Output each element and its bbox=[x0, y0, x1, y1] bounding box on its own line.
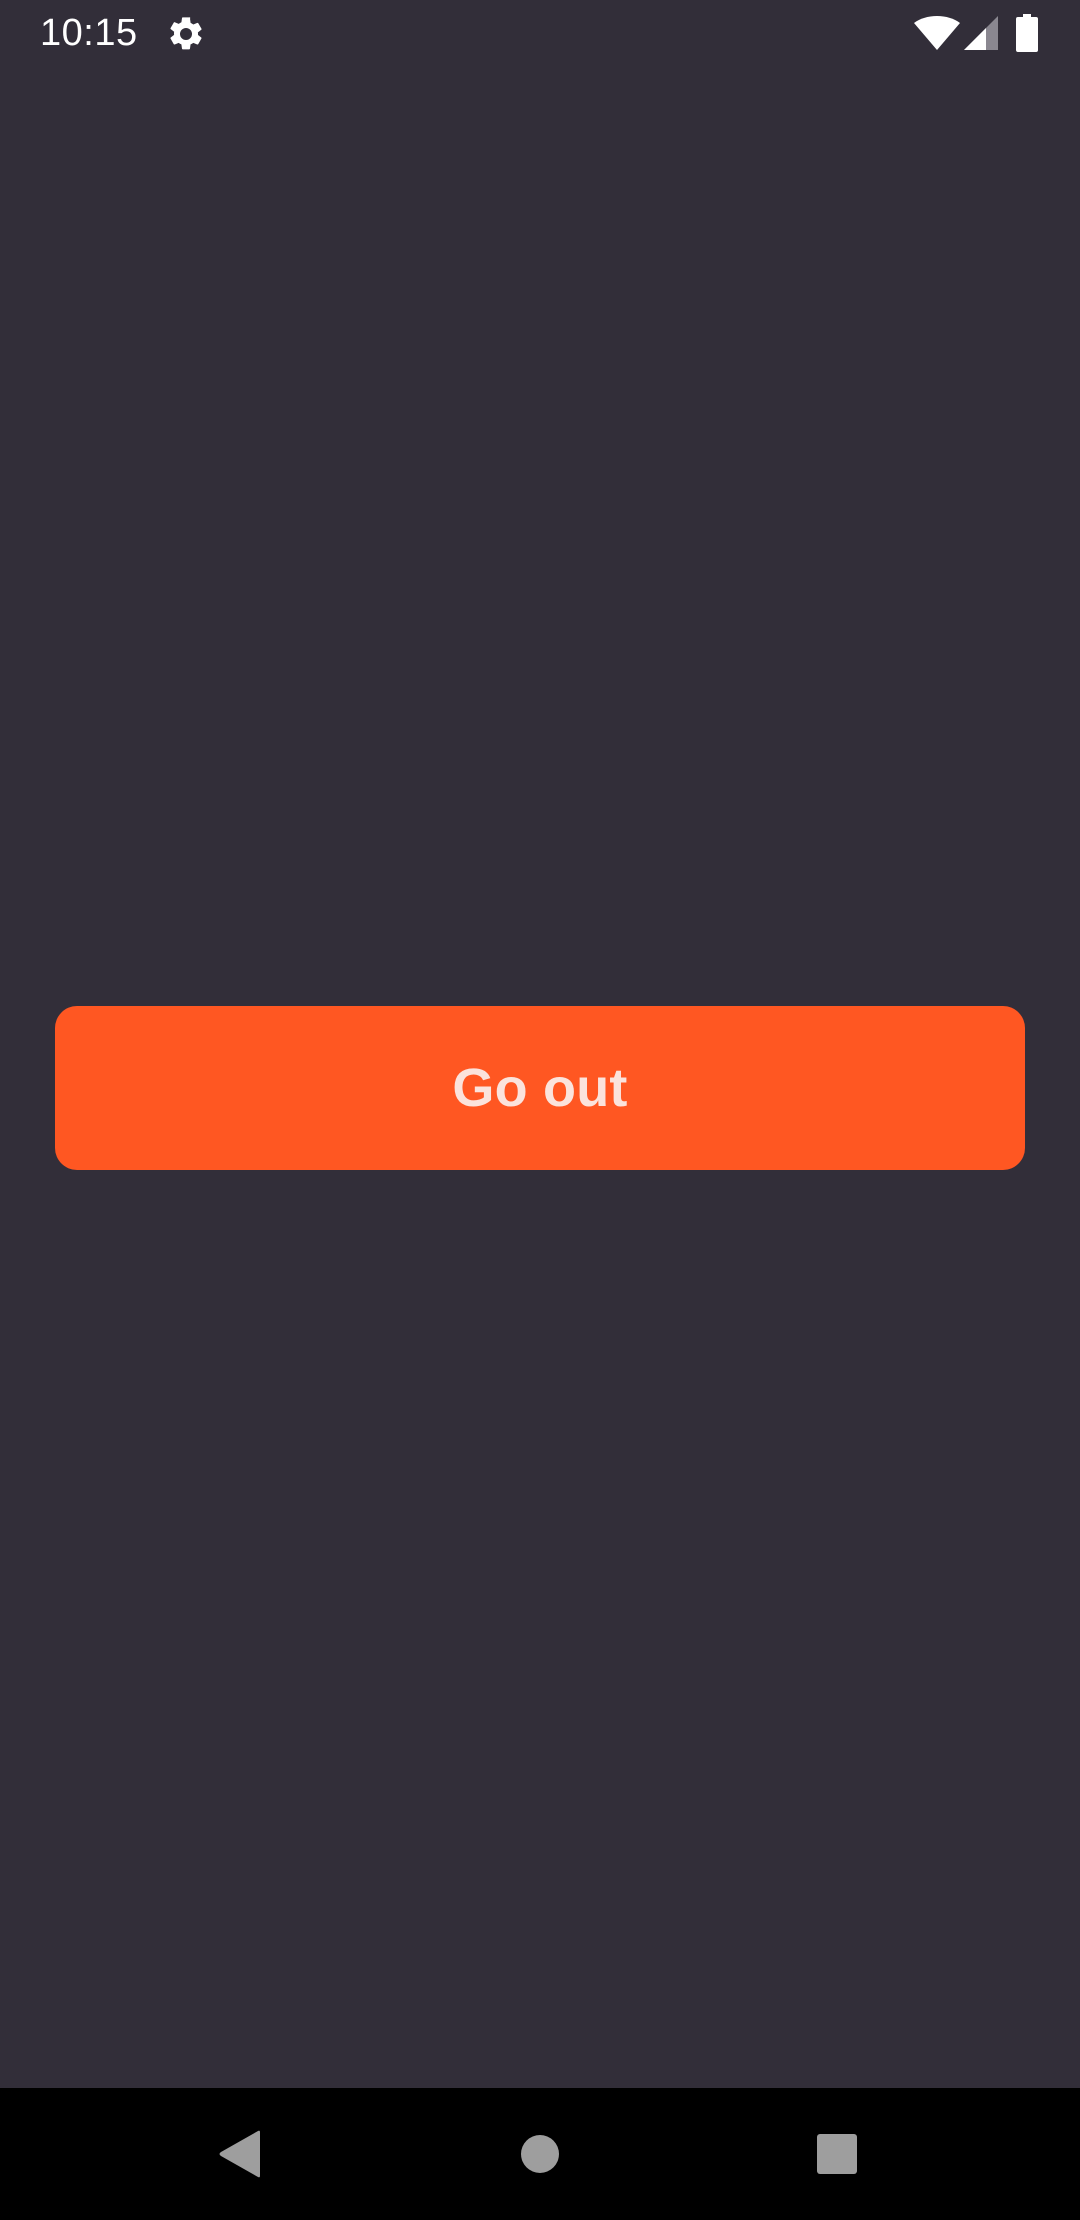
status-time: 10:15 bbox=[40, 12, 138, 54]
wifi-icon bbox=[914, 16, 960, 50]
navigation-bar bbox=[0, 2088, 1080, 2220]
go-out-button-label: Go out bbox=[452, 1058, 628, 1118]
back-icon[interactable] bbox=[218, 2130, 262, 2178]
battery-icon bbox=[1016, 14, 1038, 52]
cell-signal-icon bbox=[964, 16, 998, 50]
main-content: Go out bbox=[0, 66, 1080, 2088]
go-out-button[interactable]: Go out bbox=[55, 1006, 1025, 1170]
app-screen: { "status_bar": { "time": "10:15", "icon… bbox=[0, 0, 1080, 2220]
recents-icon[interactable] bbox=[817, 2134, 857, 2174]
settings-icon bbox=[170, 17, 202, 50]
status-bar: 10:15 bbox=[0, 0, 1080, 66]
home-icon[interactable] bbox=[520, 2134, 560, 2174]
